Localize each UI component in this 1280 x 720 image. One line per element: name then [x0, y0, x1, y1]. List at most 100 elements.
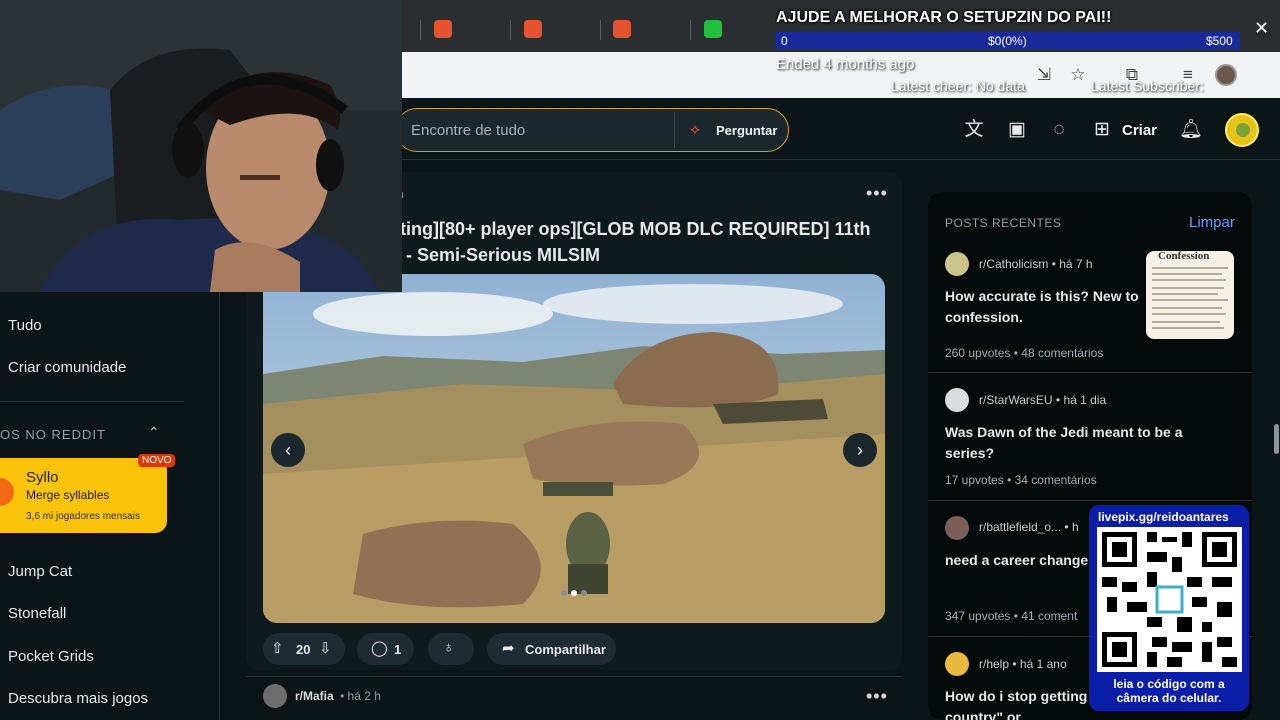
recent-post-subreddit[interactable]: r/help • há 1 ano: [979, 657, 1067, 671]
scrollbar-thumb[interactable]: [1274, 424, 1279, 454]
gallery-dot-active[interactable]: [571, 590, 577, 596]
sidebar-game-item[interactable]: Pocket Grids: [8, 648, 94, 665]
goal-ended-text: Ended 4 months ago: [776, 56, 915, 73]
tab-separator: [600, 20, 601, 40]
recent-post-stats: 260 upvotes • 48 comentários: [945, 346, 1103, 360]
subreddit-name: r/battlefield_o...: [979, 520, 1062, 534]
ask-icon[interactable]: ⟡: [690, 121, 700, 138]
sidebar-divider: [0, 401, 184, 402]
bookmark-icon[interactable]: [434, 20, 452, 38]
post-title-line: - Semi-Serious MILSIM: [406, 245, 601, 265]
award-icon: ♁: [443, 639, 455, 656]
goal-end: $500: [1206, 34, 1233, 48]
search-input[interactable]: Encontre de tudo: [411, 122, 525, 139]
create-button[interactable]: Criar: [1122, 122, 1157, 139]
translate-icon[interactable]: 文: [962, 118, 986, 142]
post-age: • há 7 h: [1051, 257, 1093, 271]
sidebar-item-create-community[interactable]: Criar comunidade: [8, 359, 126, 376]
recent-post-thumbnail[interactable]: [1146, 251, 1234, 339]
chat-icon[interactable]: ◌: [1047, 118, 1071, 142]
clear-recent-button[interactable]: Limpar: [1189, 214, 1235, 231]
more-options-icon[interactable]: •••: [866, 183, 888, 204]
bell-icon[interactable]: 🔔︎: [1179, 118, 1203, 142]
downvote-icon[interactable]: ⇩: [319, 639, 332, 657]
profile-avatar[interactable]: [1215, 64, 1237, 86]
upvote-count: 17 upvotes: [945, 473, 1004, 487]
latest-subscriber: Latest Subscriber:: [1091, 78, 1204, 94]
panel-divider: [928, 372, 1252, 373]
qr-code-icon: [1097, 527, 1242, 672]
chevron-up-icon[interactable]: ⌃: [148, 424, 160, 441]
close-icon[interactable]: ✕: [1254, 18, 1269, 39]
sidebar-game-item[interactable]: Stonefall: [8, 605, 66, 622]
sidebar-discover-games[interactable]: Descubra mais jogos: [8, 690, 148, 707]
post-age: • h: [1064, 520, 1079, 534]
recent-post-subreddit[interactable]: r/battlefield_o... • h: [979, 520, 1079, 534]
panel-divider: [928, 500, 1252, 501]
goal-start: 0: [781, 34, 788, 48]
streamer-webcam-image: [0, 0, 402, 292]
subreddit-avatar[interactable]: [263, 684, 287, 708]
comment-count: • 41 coment: [1013, 609, 1078, 623]
games-section-title: OS NO REDDIT: [0, 427, 106, 442]
install-icon[interactable]: ⇲: [1033, 64, 1055, 86]
recent-post-stats: 347 upvotes • 41 coment: [945, 609, 1077, 623]
subreddit-avatar[interactable]: [945, 252, 969, 276]
subreddit-avatar[interactable]: [945, 388, 969, 412]
subreddit-avatar[interactable]: [945, 516, 969, 540]
donation-goal-title: AJUDE A MELHORAR O SETUPZIN DO PAI!!: [776, 9, 1112, 26]
upvote-count: 20: [296, 642, 311, 657]
comment-count: 1: [394, 642, 402, 657]
gallery-next-button[interactable]: ›: [843, 433, 877, 467]
kick-icon[interactable]: [704, 20, 722, 38]
qr-code-image: [1097, 527, 1242, 672]
sidebar-item-all[interactable]: Tudo: [8, 317, 42, 334]
sidebar-game-item[interactable]: Jump Cat: [8, 563, 72, 580]
subreddit-name: r/help: [979, 657, 1010, 671]
livepix-url: livepix.gg/reidoantares: [1098, 510, 1229, 524]
next-post-time: • há 2 h: [340, 689, 381, 703]
post-image[interactable]: [263, 274, 885, 623]
arma-landscape-image: [263, 274, 885, 623]
goal-progress: $0(0%): [988, 34, 1027, 48]
ask-button[interactable]: Perguntar: [716, 123, 777, 138]
recent-post-subreddit[interactable]: r/Catholicism • há 7 h: [979, 257, 1093, 271]
post-title-line: ting][80+ player ops][GLOB MOB DLC REQUI…: [400, 219, 871, 239]
tab-separator: [690, 20, 691, 40]
recent-post-title[interactable]: Was Dawn of the Jedi meant to be a serie…: [945, 422, 1215, 464]
bookmark-icon[interactable]: [613, 20, 631, 38]
qr-caption-line: câmera do celular.: [1116, 691, 1222, 705]
gallery-prev-button[interactable]: ‹: [271, 433, 305, 467]
featured-game-title: Syllo: [26, 469, 59, 486]
user-avatar[interactable]: [1225, 113, 1259, 147]
ads-icon[interactable]: ▣: [1005, 118, 1029, 142]
recent-post-stats: 17 upvotes • 34 comentários: [945, 473, 1097, 487]
confession-thumbnail-image: [1152, 267, 1228, 329]
next-post-subreddit[interactable]: r/Mafia: [295, 689, 334, 703]
share-icon: ➦: [502, 640, 515, 657]
gallery-dot[interactable]: [561, 590, 567, 596]
bookmark-icon[interactable]: [524, 20, 542, 38]
qr-caption-line: leia o código com a: [1113, 677, 1225, 691]
comment-count: • 48 comentários: [1013, 346, 1104, 360]
recent-post-subreddit[interactable]: r/StarWarsEU • há 1 dia: [979, 393, 1106, 407]
new-badge: NOVO: [138, 454, 176, 467]
latest-cheer: Latest cheer: No data: [891, 78, 1025, 94]
gallery-dot[interactable]: [581, 590, 587, 596]
star-icon[interactable]: ☆: [1067, 64, 1089, 86]
recent-posts-title: POSTS RECENTES: [945, 216, 1062, 230]
subreddit-name: r/Catholicism: [979, 257, 1049, 271]
recent-post-title[interactable]: How accurate is this? New to confession.: [945, 286, 1140, 328]
thumbnail-heading: Confession: [1158, 250, 1210, 262]
upvote-icon[interactable]: ⇧: [271, 639, 284, 657]
subreddit-avatar[interactable]: [945, 652, 969, 676]
comment-count: • 34 comentários: [1007, 473, 1097, 487]
upvote-count: 260 upvotes: [945, 346, 1011, 360]
more-options-icon[interactable]: •••: [866, 686, 888, 707]
plus-icon[interactable]: ⊞: [1090, 118, 1114, 142]
tab-separator: [510, 20, 511, 40]
post-title[interactable]: ting][80+ player ops][GLOB MOB DLC REQUI…: [400, 216, 880, 268]
search-divider: [674, 112, 675, 148]
featured-game-players: 3,6 mi jogadores mensais: [26, 511, 140, 522]
post-age: • há 1 dia: [1055, 393, 1107, 407]
